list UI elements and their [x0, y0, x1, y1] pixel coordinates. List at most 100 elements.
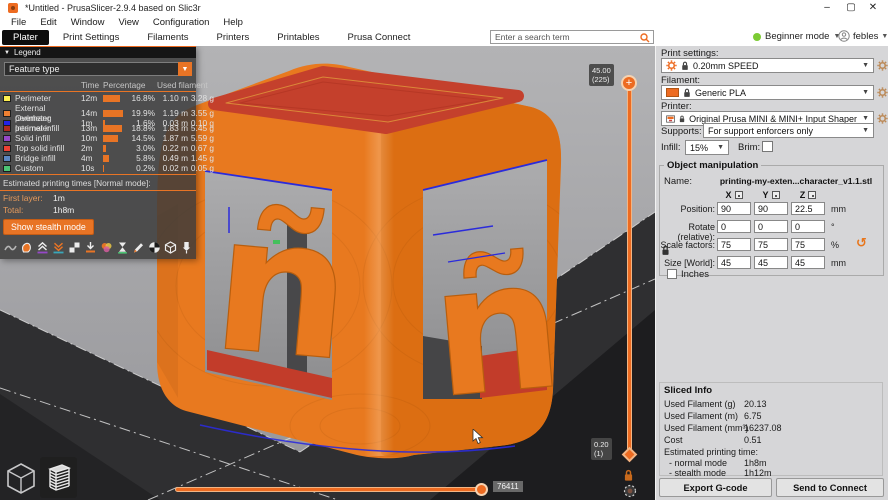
legend-title: Legend — [13, 48, 41, 57]
user-menu[interactable]: febles ▼ — [838, 30, 888, 42]
send-to-connect-button[interactable]: Send to Connect — [776, 478, 884, 497]
lock-icon — [679, 114, 685, 124]
size-world-y-input[interactable] — [754, 256, 788, 269]
wipe-moves-icon[interactable] — [19, 240, 34, 255]
axis-x-icon[interactable] — [734, 191, 743, 199]
menu-file[interactable]: File — [4, 17, 33, 28]
menu-help[interactable]: Help — [216, 17, 250, 28]
tab-filaments[interactable]: Filaments — [133, 30, 202, 45]
deretractions-icon[interactable] — [51, 240, 66, 255]
minimize-button[interactable]: – — [816, 1, 838, 15]
chevron-down-icon: ▼ — [881, 32, 888, 40]
scale-factors-x-input[interactable] — [717, 238, 751, 251]
scale-factors-y-input[interactable] — [754, 238, 788, 251]
menu-window[interactable]: Window — [64, 17, 112, 28]
show-stealth-mode-button[interactable]: Show stealth mode — [3, 219, 94, 235]
search-icon[interactable] — [640, 33, 650, 43]
print-time-mode-label: - stealth mode — [669, 468, 727, 478]
filament-value: Generic PLA — [695, 87, 747, 98]
layers-icon — [47, 463, 71, 491]
tab-plater[interactable]: Plater — [2, 30, 49, 45]
tool-changes-icon[interactable] — [83, 240, 98, 255]
brim-checkbox[interactable] — [762, 141, 773, 152]
tab-prusa-connect[interactable]: Prusa Connect — [334, 30, 425, 45]
mode-selector[interactable]: Beginner mode ▼ — [753, 31, 840, 42]
color-changes-icon[interactable] — [99, 240, 114, 255]
axis-z-icon[interactable] — [808, 191, 817, 199]
pin-legend-icon[interactable] — [179, 240, 194, 255]
object-manipulation-title: Object manipulation — [667, 160, 759, 171]
retractions-icon[interactable] — [35, 240, 50, 255]
center-of-mass-icon[interactable] — [147, 240, 162, 255]
print-settings-value: 0.20mm SPEED — [693, 60, 759, 71]
seams-icon[interactable] — [67, 240, 82, 255]
rotate-relative-x-input[interactable] — [717, 220, 751, 233]
position-y-input[interactable] — [754, 202, 788, 215]
estimated-time-title: Estimated printing time: — [664, 447, 759, 457]
row-label: Position: — [680, 204, 715, 214]
slider-lock-icon[interactable] — [623, 469, 634, 482]
legend-header[interactable]: ▼ Legend — [0, 47, 196, 58]
legend-panel: ▼ Legend Feature type ▼ Time Percentage … — [0, 46, 214, 259]
infill-select[interactable]: 15% ▼ — [685, 140, 729, 155]
position-z-input[interactable] — [791, 202, 825, 215]
layer-slider-top-handle[interactable]: + — [621, 75, 637, 91]
layer-slider-track[interactable] — [627, 84, 632, 456]
close-button[interactable]: ✕ — [862, 1, 884, 15]
sliced-box-icon[interactable] — [163, 240, 178, 255]
rotate-relative-y-input[interactable] — [754, 220, 788, 233]
feature-percentage: 3.0% — [136, 143, 155, 153]
tab-print-settings[interactable]: Print Settings — [49, 30, 134, 45]
edit-printer-icon[interactable] — [877, 113, 888, 124]
move-slider-handle[interactable] — [475, 483, 488, 496]
view-type-select[interactable]: Feature type ▼ — [4, 62, 192, 76]
legend-row: Bridge infill 4m 5.8% 0.49 m 1.45 g — [0, 153, 214, 163]
menu-bar: File Edit Window View Configuration Help — [0, 16, 888, 29]
slider-mode-icon[interactable] — [623, 484, 637, 498]
print-time-mode-value: 1h12m — [744, 468, 772, 478]
supports-value: For support enforcers only — [708, 125, 814, 136]
col-used-filament: Used filament — [157, 79, 208, 90]
edit-filament-icon[interactable] — [877, 87, 888, 98]
axis-y-icon[interactable] — [771, 191, 780, 199]
export-gcode-button[interactable]: Export G-code — [659, 478, 772, 497]
travel-moves-icon[interactable] — [3, 240, 18, 255]
preview-3d-viewport[interactable]: ñ ñ ▼ Legend Feature type ▼ Time Percent… — [0, 46, 655, 500]
menu-configuration[interactable]: Configuration — [146, 17, 217, 28]
supports-select[interactable]: For support enforcers only ▼ — [703, 123, 874, 138]
axis-header-x: X — [717, 190, 751, 200]
layer-top-number: (225) — [592, 75, 610, 84]
menu-view[interactable]: View — [111, 17, 145, 28]
position-x-input[interactable] — [717, 202, 751, 215]
reset-scale-icon[interactable]: ↺ — [856, 235, 867, 251]
maximize-button[interactable]: ▢ — [840, 1, 862, 15]
size-world-x-input[interactable] — [717, 256, 751, 269]
scale-factors-z-input[interactable] — [791, 238, 825, 251]
size-world-z-input[interactable] — [791, 256, 825, 269]
svg-text:ñ: ñ — [424, 219, 570, 438]
tab-printables[interactable]: Printables — [263, 30, 333, 45]
percentage-bar — [103, 109, 125, 117]
feature-label: Solid infill — [15, 133, 51, 143]
search-input[interactable] — [495, 31, 635, 43]
editor-3d-view-button[interactable] — [4, 460, 38, 496]
estimated-times-title: Estimated printing times [Normal mode]: — [3, 178, 151, 188]
total-label: Total: — [3, 205, 24, 215]
tab-bar: Plater Print Settings Filaments Printers Pri… — [0, 29, 888, 46]
row-unit: % — [831, 240, 840, 250]
move-slider-track[interactable] — [175, 487, 483, 492]
pause-prints-icon[interactable] — [115, 240, 130, 255]
print-settings-select[interactable]: 0.20mm SPEED ▼ — [661, 58, 874, 73]
menu-edit[interactable]: Edit — [33, 17, 63, 28]
inches-checkbox[interactable] — [667, 269, 677, 279]
preview-view-button[interactable] — [40, 457, 77, 498]
uniform-scale-lock-icon[interactable] — [661, 245, 670, 256]
layer-top-height: 45.00 — [592, 66, 611, 75]
edit-print-settings-icon[interactable] — [877, 60, 888, 71]
custom-gcodes-icon[interactable] — [131, 240, 146, 255]
filament-select[interactable]: Generic PLA ▼ — [661, 85, 874, 100]
tab-printers[interactable]: Printers — [203, 30, 264, 45]
dropdown-arrow-icon[interactable]: ▼ — [178, 62, 192, 76]
rotate-relative-z-input[interactable] — [791, 220, 825, 233]
feature-label: Perimeter — [15, 93, 51, 103]
